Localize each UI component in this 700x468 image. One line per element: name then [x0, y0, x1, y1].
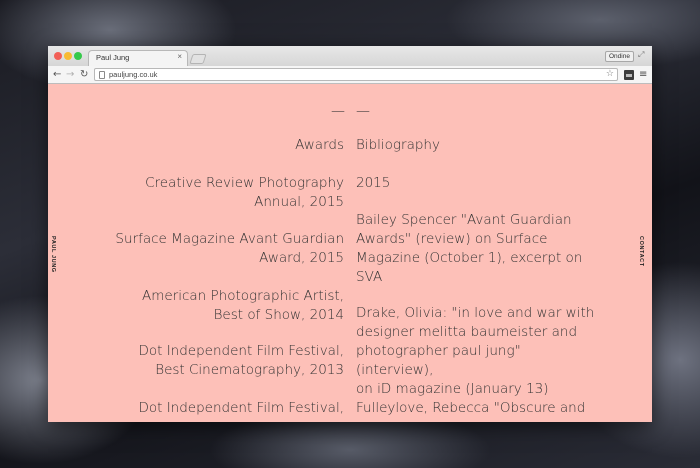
window-close-button[interactable]	[54, 52, 62, 60]
profile-button[interactable]: Ondine	[605, 51, 634, 62]
awards-heading: Awards	[295, 137, 344, 153]
right-dash: —	[356, 103, 370, 119]
bibliography-item: Bailey Spencer "Avant Guardian Awards" (…	[356, 212, 583, 285]
left-dash: —	[331, 103, 345, 119]
award-item: Surface Magazine Avant Guardian Award, 2…	[115, 231, 344, 266]
award-item: Creative Review Photography Annual, 2015	[145, 175, 344, 210]
menu-icon[interactable]: ≡	[639, 68, 647, 81]
contact-link[interactable]: CONTACT	[638, 236, 644, 267]
award-item: Dot Independent Film Festival, Best Cine…	[138, 343, 344, 378]
url-text[interactable]: pauljung.co.uk	[109, 70, 157, 80]
new-tab-button[interactable]	[189, 54, 207, 64]
title-bar: Paul Jung × Ondine ⤢	[48, 46, 652, 66]
window-minimize-button[interactable]	[64, 52, 72, 60]
back-arrow-icon[interactable]: ←	[53, 68, 61, 81]
tab-title: Paul Jung	[96, 53, 130, 62]
bibliography-heading: Bibliography	[356, 137, 440, 153]
forward-arrow-icon[interactable]: →	[66, 68, 74, 81]
site-name-link[interactable]: PAUL JUNG	[50, 236, 56, 273]
browser-window: Paul Jung × Ondine ⤢ ← → ↻ pauljung.co.u…	[48, 46, 652, 422]
page-icon	[99, 71, 105, 79]
fullscreen-icon[interactable]: ⤢	[638, 50, 644, 60]
bibliography-year: 2015	[356, 175, 391, 191]
page-content: — — PAUL JUNG CONTACT Awards Creative Re…	[48, 85, 652, 422]
award-item: Dot Independent Film Festival,	[138, 400, 344, 416]
bibliography-item: Drake, Olivia: "in love and war with des…	[356, 305, 595, 397]
bibliography-item: Fulleylove, Rebecca "Obscure and	[356, 400, 586, 416]
address-bar[interactable]: pauljung.co.uk ☆	[94, 68, 618, 81]
browser-tab[interactable]: Paul Jung ×	[88, 50, 188, 66]
bookmark-star-icon[interactable]: ☆	[606, 69, 614, 80]
window-maximize-button[interactable]	[74, 52, 82, 60]
extension-icon[interactable]	[624, 70, 634, 80]
reload-icon[interactable]: ↻	[80, 68, 88, 81]
browser-toolbar: ← → ↻ pauljung.co.uk ☆ ≡	[48, 66, 652, 84]
tab-close-icon[interactable]: ×	[177, 52, 182, 61]
award-item: American Photographic Artist, Best of Sh…	[141, 288, 344, 323]
